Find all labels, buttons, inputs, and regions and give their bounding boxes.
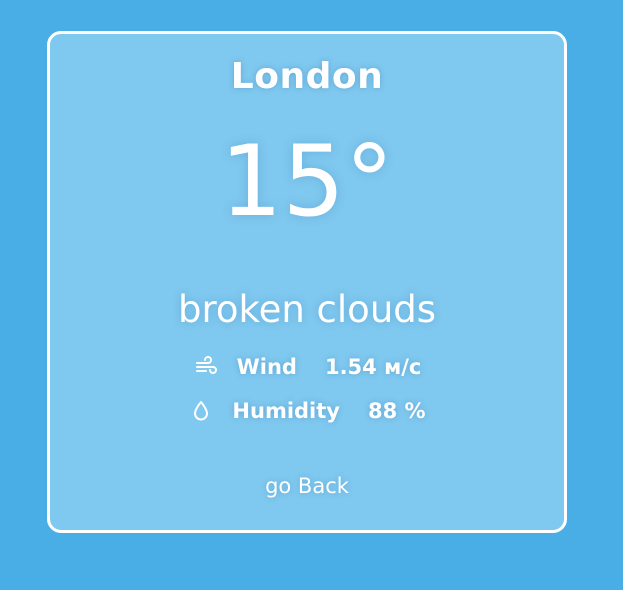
wind-label: Wind bbox=[236, 355, 297, 379]
weather-card: London 15° broken clouds Wind 1.54 м/с H… bbox=[47, 31, 567, 533]
weather-description: broken clouds bbox=[177, 288, 437, 331]
wind-value: 1.54 м/с bbox=[324, 355, 422, 379]
city-name: London bbox=[230, 56, 384, 97]
humidity-row: Humidity 88 % bbox=[50, 398, 564, 424]
go-back-link[interactable]: go Back bbox=[50, 474, 564, 498]
temperature: 15° bbox=[220, 125, 394, 239]
humidity-value: 88 % bbox=[368, 399, 426, 423]
humidity-label: Humidity bbox=[232, 399, 340, 423]
wind-icon bbox=[193, 354, 219, 380]
water-drop-icon bbox=[188, 398, 214, 424]
wind-row: Wind 1.54 м/с bbox=[50, 354, 564, 380]
